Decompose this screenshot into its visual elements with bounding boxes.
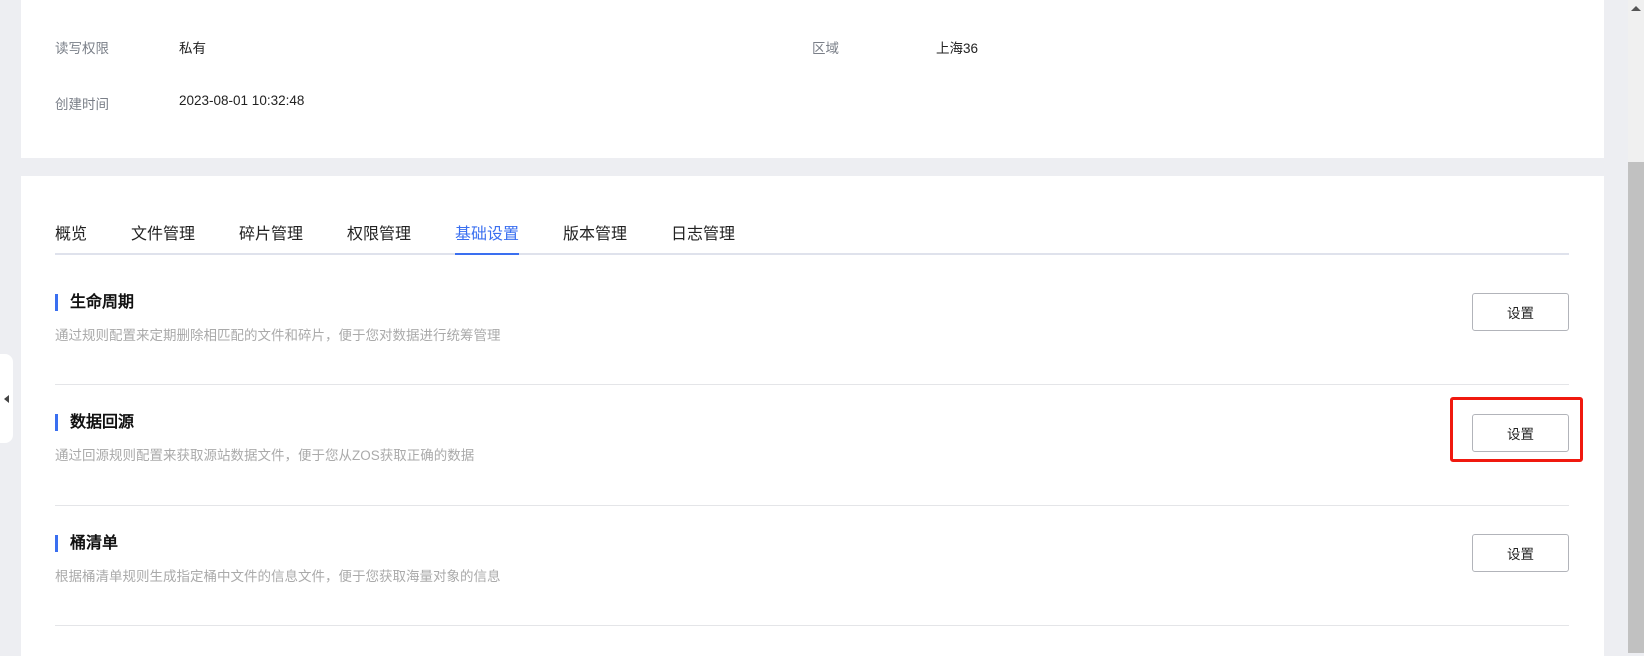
tab-overview[interactable]: 概览 [55,220,87,255]
region-label: 区域 [812,41,839,56]
sidebar-collapse-toggle[interactable] [0,354,13,443]
tab-permission-management[interactable]: 权限管理 [347,220,411,255]
caret-left-icon [4,394,9,403]
bucket-inventory-desc: 根据桶清单规则生成指定桶中文件的信息文件，便于您获取海量对象的信息 [55,569,501,584]
bucket-inventory-title: 桶清单 [55,535,118,552]
tab-log-management[interactable]: 日志管理 [671,220,735,255]
scroll-up-arrow-icon[interactable] [1631,6,1641,11]
tab-version-management[interactable]: 版本管理 [563,220,627,255]
tab-file-management[interactable]: 文件管理 [131,220,195,255]
created-time-label: 创建时间 [55,97,109,112]
bucket-info-card: 读写权限 私有 区域 上海36 创建时间 2023-08-01 10:32:48 [21,0,1604,158]
divider [55,384,1569,385]
tab-bar: 概览 文件管理 碎片管理 权限管理 基础设置 版本管理 日志管理 [55,220,1569,255]
divider [55,625,1569,626]
lifecycle-desc: 通过规则配置来定期删除相匹配的文件和碎片，便于您对数据进行统筹管理 [55,328,501,343]
origin-fetch-desc: 通过回源规则配置来获取源站数据文件，便于您从ZOS获取正确的数据 [55,448,475,463]
tab-fragment-management[interactable]: 碎片管理 [239,220,303,255]
origin-fetch-title: 数据回源 [55,414,134,431]
tab-basic-settings[interactable]: 基础设置 [455,220,520,255]
bucket-inventory-settings-button[interactable]: 设置 [1472,534,1569,572]
highlight-box [1450,397,1583,462]
vertical-scrollbar[interactable] [1628,0,1644,653]
settings-card: 概览 文件管理 碎片管理 权限管理 基础设置 版本管理 日志管理 生命周期 通过… [21,176,1604,656]
created-time-value: 2023-08-01 10:32:48 [179,93,305,108]
rw-permission-value: 私有 [179,41,206,56]
region-value: 上海36 [936,41,979,56]
divider [55,505,1569,506]
rw-permission-label: 读写权限 [55,41,109,56]
lifecycle-title: 生命周期 [55,294,134,311]
lifecycle-settings-button[interactable]: 设置 [1472,293,1569,331]
scrollbar-thumb[interactable] [1628,162,1644,653]
